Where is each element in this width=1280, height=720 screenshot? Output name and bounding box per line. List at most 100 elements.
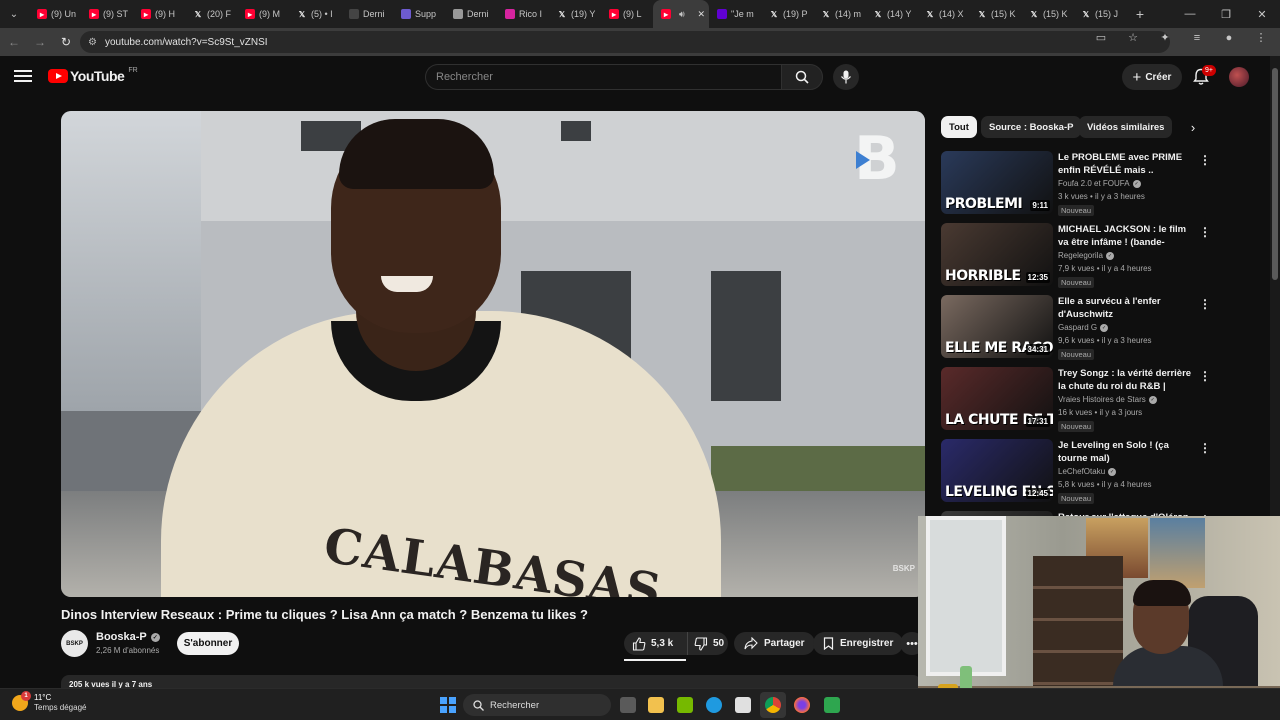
bookmark-star-icon[interactable]: ☆: [1122, 31, 1144, 44]
browser-tab[interactable]: Supp: [393, 0, 445, 28]
nvidia-icon[interactable]: [677, 697, 693, 713]
account-avatar[interactable]: [1229, 67, 1249, 87]
channel-avatar[interactable]: BSKP: [61, 630, 88, 657]
restore-icon[interactable]: ❐: [1208, 0, 1244, 28]
related-channel[interactable]: Regelegorila ✓: [1058, 251, 1114, 260]
related-video-title[interactable]: Le PROBLEME avec PRIME enfin RÉVÉLÉ mais…: [1058, 151, 1194, 177]
channel-name-link[interactable]: Booska-P ✓: [96, 631, 160, 643]
browser-tab[interactable]: 𝕏 (20) F: [185, 0, 237, 28]
browser-tab[interactable]: ▸ (9) H: [133, 0, 185, 28]
cast-icon[interactable]: ▭: [1090, 31, 1112, 44]
browser-tab[interactable]: 𝕏 (5) • I: [289, 0, 341, 28]
related-video-title[interactable]: MICHAEL JACKSON : le film va être infâme…: [1058, 223, 1194, 249]
related-video-card[interactable]: PROBLEMI 9:11 Le PROBLEME avec PRIME enfin…: [941, 151, 1211, 217]
more-options-icon[interactable]: ⋮: [1199, 153, 1211, 167]
filter-chip[interactable]: Tout: [941, 116, 977, 138]
related-video-card[interactable]: LEVELING EN SC12:45Je Leveling en Solo !…: [941, 439, 1211, 505]
video-thumbnail[interactable]: ELLE ME RACON 34:31: [941, 295, 1053, 358]
video-thumbnail[interactable]: PROBLEMI 9:11: [941, 151, 1053, 214]
related-video-card[interactable]: ELLE ME RACON 34:31 Elle a survécu à l'enf…: [941, 295, 1211, 361]
reading-list-icon[interactable]: ≡: [1186, 32, 1208, 44]
browser-tab[interactable]: 𝕏 (14) Y: [865, 0, 917, 28]
video-player[interactable]: CALABASAS B BSKP: [61, 111, 925, 597]
browser-tab[interactable]: ▸ (9) L: [601, 0, 653, 28]
browser-tab[interactable]: 𝕏 (15) K: [1021, 0, 1073, 28]
firefox-icon[interactable]: [794, 697, 810, 713]
related-channel[interactable]: Gaspard G ✓: [1058, 323, 1109, 332]
chrome-icon[interactable]: [765, 697, 781, 713]
news-icon: [349, 9, 359, 19]
tab-search-chevron-icon[interactable]: ⌄: [3, 3, 25, 25]
related-channel[interactable]: LeChefOtaku ✓: [1058, 467, 1117, 476]
browser-tab[interactable]: 𝕏 (14) m: [813, 0, 865, 28]
back-arrow-icon[interactable]: ←: [2, 30, 26, 54]
close-tab-icon[interactable]: ✕: [697, 9, 705, 20]
video-thumbnail[interactable]: HORRIBLE 12:35: [941, 223, 1053, 286]
more-options-icon[interactable]: ⋮: [1199, 297, 1211, 311]
browser-tab[interactable]: ▸ (9) Un: [29, 0, 81, 28]
search-input[interactable]: Rechercher: [425, 64, 781, 90]
file-explorer-icon[interactable]: [648, 697, 664, 713]
video-thumbnail[interactable]: LA CHUTE DE TREY SC17:31: [941, 367, 1053, 430]
related-video-card[interactable]: HORRIBLE 12:35 MICHAEL JACKSON : le film v…: [941, 223, 1211, 289]
browser-tab[interactable]: ▸ 🔊︎ ✕: [653, 0, 709, 28]
profile-icon[interactable]: ●: [1218, 32, 1240, 44]
store-icon[interactable]: [735, 697, 751, 713]
taskbar-search[interactable]: Rechercher: [463, 694, 611, 716]
browser-tab[interactable]: 𝕏 (19) P: [761, 0, 813, 28]
menu-hamburger-icon[interactable]: [14, 68, 32, 84]
edge-icon[interactable]: [706, 697, 722, 713]
like-button[interactable]: 5,3 k: [624, 632, 688, 655]
youtube-logo[interactable]: YouTube FR: [48, 67, 138, 84]
share-arrow-icon: [744, 637, 758, 650]
address-bar[interactable]: ⚙ youtube.com/watch?v=Sc9St_vZNSI: [80, 31, 1170, 53]
browser-tab[interactable]: 𝕏 (15) J: [1073, 0, 1125, 28]
browser-tab[interactable]: 𝕏 (19) Y: [549, 0, 601, 28]
browser-tab[interactable]: "Je m: [709, 0, 761, 28]
close-window-icon[interactable]: ✕: [1244, 0, 1280, 28]
search-button[interactable]: [781, 64, 823, 90]
browser-tab[interactable]: 𝕏 (14) X: [917, 0, 969, 28]
youtube-icon: ▸: [141, 9, 151, 19]
audio-playing-icon[interactable]: 🔊︎: [679, 9, 685, 20]
save-button[interactable]: Enregistrer: [813, 632, 904, 655]
site-info-icon[interactable]: ⚙: [88, 37, 97, 48]
related-video-title[interactable]: Elle a survécu à l'enfer d'Auschwitz: [1058, 295, 1194, 321]
related-video-title[interactable]: Je Leveling en Solo ! (ça tourne mal): [1058, 439, 1194, 465]
filter-chip[interactable]: Source : Booska-P: [981, 116, 1082, 138]
task-view-icon[interactable]: [620, 697, 636, 713]
browser-tab[interactable]: Derni: [445, 0, 497, 28]
create-button[interactable]: + Créer: [1122, 64, 1182, 90]
forward-arrow-icon[interactable]: →: [28, 30, 52, 54]
subscribe-button[interactable]: S'abonner: [177, 632, 239, 655]
browser-menu-icon[interactable]: ⋮: [1250, 31, 1272, 44]
scrollbar-thumb[interactable]: [1272, 68, 1278, 280]
voice-search-button[interactable]: [833, 64, 859, 90]
browser-tab[interactable]: ▸ (9) M: [237, 0, 289, 28]
related-video-title[interactable]: Trey Songz : la vérité derrière la chute…: [1058, 367, 1194, 393]
browser-tab[interactable]: 𝕏 (15) K: [969, 0, 1021, 28]
new-tab-button[interactable]: +: [1129, 3, 1151, 25]
windows-start-icon[interactable]: [440, 697, 456, 713]
more-options-icon[interactable]: ⋮: [1199, 441, 1211, 455]
extensions-icon[interactable]: ✦: [1154, 31, 1176, 44]
game-app-icon[interactable]: [824, 697, 840, 713]
tab-title: (15) K: [1043, 9, 1068, 19]
browser-tab[interactable]: Derni: [341, 0, 393, 28]
browser-tab[interactable]: ▸ (9) ST: [81, 0, 133, 28]
related-video-card[interactable]: LA CHUTE DE TREY SC17:31Trey Songz : la …: [941, 367, 1211, 433]
notifications-button[interactable]: 9+: [1193, 65, 1216, 88]
related-channel[interactable]: Foufa 2.0 et FOUFA ✓: [1058, 179, 1141, 188]
reload-icon[interactable]: ↻: [54, 30, 78, 54]
minimize-icon[interactable]: —: [1172, 0, 1208, 28]
weather-widget[interactable]: 1 11°C Temps dégagé: [12, 691, 86, 713]
more-options-icon[interactable]: ⋮: [1199, 225, 1211, 239]
share-button[interactable]: Partager: [734, 632, 815, 655]
video-thumbnail[interactable]: LEVELING EN SC12:45: [941, 439, 1053, 502]
filter-chip[interactable]: Vidéos similaires: [1079, 116, 1173, 138]
chevron-right-icon[interactable]: ›: [1184, 118, 1202, 136]
more-options-icon[interactable]: ⋮: [1199, 369, 1211, 383]
related-channel[interactable]: Vraies Histoires de Stars ✓: [1058, 395, 1157, 404]
dislike-button[interactable]: 50: [688, 632, 724, 655]
browser-tab[interactable]: Rico I: [497, 0, 549, 28]
